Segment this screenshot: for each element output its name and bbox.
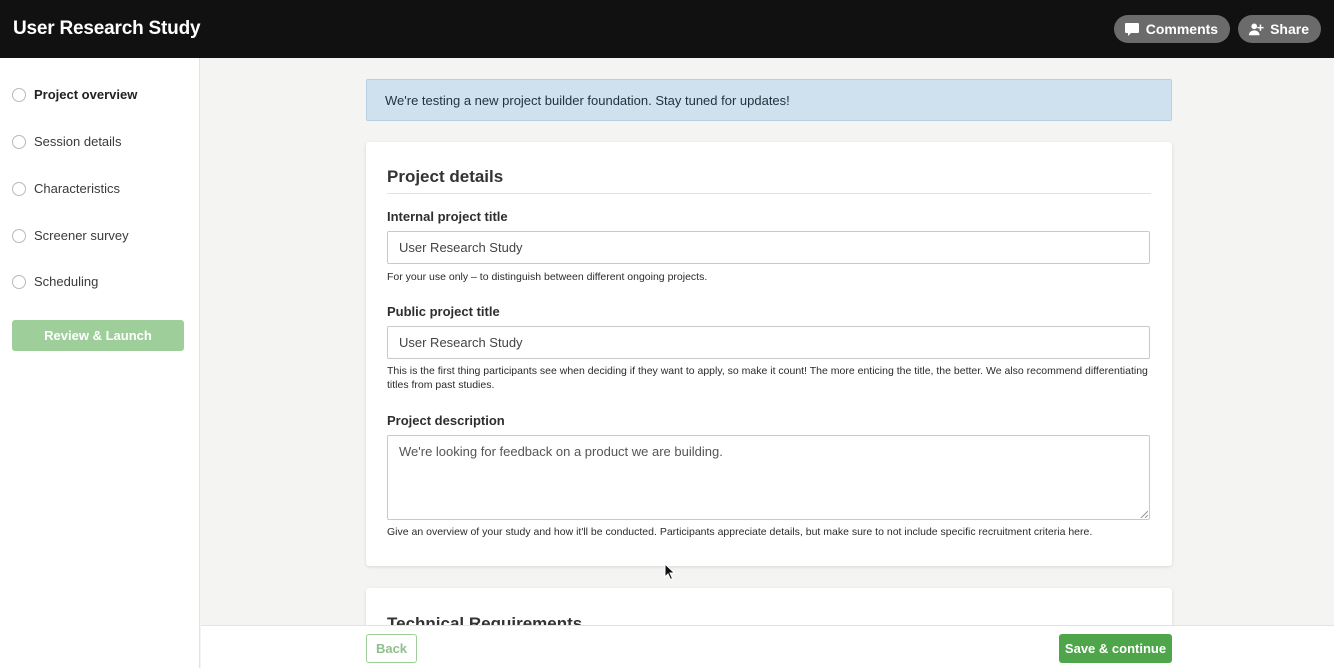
comments-button[interactable]: Comments — [1113, 15, 1231, 43]
radio-icon — [12, 228, 26, 243]
sidebar-step-characteristics[interactable]: Characteristics — [12, 181, 120, 196]
radio-icon — [12, 134, 26, 149]
sidebar-step-session-details[interactable]: Session details — [12, 134, 121, 149]
mouse-cursor-icon — [664, 563, 676, 581]
public-title-label: Public project title — [387, 304, 500, 319]
divider — [387, 193, 1151, 194]
description-label: Project description — [387, 413, 505, 428]
top-actions: Comments Share — [1113, 15, 1321, 43]
public-title-help: This is the first thing participants see… — [387, 365, 1148, 391]
review-launch-button[interactable]: Review & Launch — [12, 320, 184, 351]
description-help: Give an overview of your study and how i… — [387, 526, 1093, 538]
info-banner: We're testing a new project builder foun… — [366, 79, 1172, 121]
resize-handle-icon[interactable] — [1140, 510, 1148, 518]
radio-icon — [12, 87, 26, 102]
sidebar-step-project-overview[interactable]: Project overview — [12, 87, 137, 102]
internal-title-help: For your use only – to distinguish betwe… — [387, 271, 708, 283]
sidebar-step-screener-survey[interactable]: Screener survey — [12, 228, 129, 243]
share-label: Share — [1270, 21, 1309, 37]
sidebar: Project overview Session details Charact… — [0, 58, 200, 668]
internal-title-label: Internal project title — [387, 209, 508, 224]
add-user-icon — [1248, 23, 1264, 36]
step-label: Session details — [34, 134, 122, 149]
radio-icon — [12, 274, 26, 289]
sidebar-step-scheduling[interactable]: Scheduling — [12, 274, 98, 289]
description-textarea[interactable]: We're looking for feedback on a product … — [387, 435, 1150, 520]
public-title-input[interactable] — [387, 326, 1150, 359]
technical-requirements-card: Technical Requirements — [366, 588, 1172, 625]
comment-icon — [1124, 23, 1139, 36]
back-button[interactable]: Back — [366, 634, 417, 663]
step-label: Characteristics — [34, 181, 120, 196]
step-label: Screener survey — [34, 228, 129, 243]
internal-title-input[interactable] — [387, 231, 1150, 264]
share-button[interactable]: Share — [1238, 15, 1321, 43]
step-label: Project overview — [34, 87, 138, 102]
section-title: Project details — [387, 167, 504, 186]
step-label: Scheduling — [34, 274, 99, 289]
project-title: User Research Study — [13, 18, 201, 39]
main-content[interactable]: We're testing a new project builder foun… — [201, 58, 1334, 625]
section-title: Technical Requirements — [387, 614, 583, 625]
save-continue-button[interactable]: Save & continue — [1059, 634, 1172, 663]
radio-icon — [12, 181, 26, 196]
footer-bar: Back Save & continue — [201, 625, 1334, 668]
project-details-card: Project details Internal project title F… — [366, 142, 1172, 566]
top-bar: User Research Study Comments Share — [0, 0, 1334, 58]
comments-label: Comments — [1145, 21, 1219, 37]
